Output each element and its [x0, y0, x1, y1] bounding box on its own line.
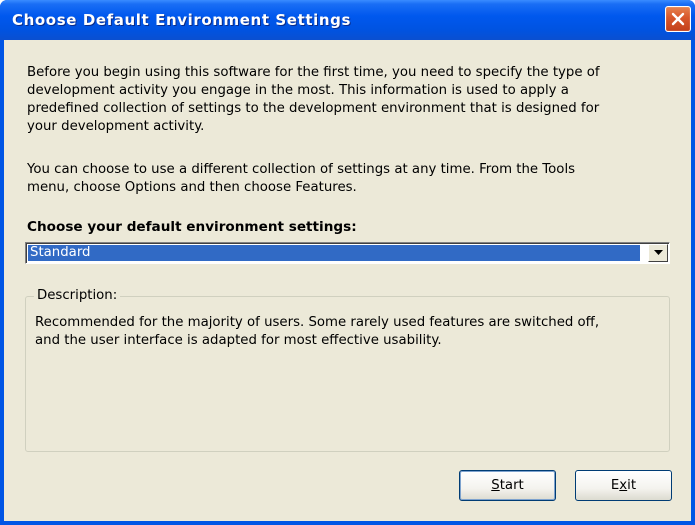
environment-settings-dropdown[interactable]: Standard	[25, 242, 670, 264]
intro-paragraph: Before you begin using this software for…	[27, 65, 600, 134]
title-bar[interactable]: Choose Default Environment Settings	[0, 0, 695, 40]
chevron-down-icon	[654, 250, 663, 255]
start-button[interactable]: Start	[459, 470, 556, 501]
close-button[interactable]	[665, 6, 691, 32]
dialog-content: Before you begin using this software for…	[4, 40, 691, 521]
window-title: Choose Default Environment Settings	[12, 11, 352, 29]
description-legend: Description:	[34, 288, 121, 304]
tools-hint-paragraph: You can choose to use a different collec…	[27, 162, 576, 195]
dropdown-button[interactable]	[648, 244, 668, 262]
description-text: Recommended for the majority of users. S…	[35, 315, 600, 348]
exit-button[interactable]: Exit	[575, 470, 672, 501]
start-mnemonic: S	[491, 478, 500, 493]
dialog-window: Choose Default Environment Settings Befo…	[0, 0, 695, 525]
description-group: Description: Recommended for the majorit…	[25, 288, 670, 452]
close-icon	[671, 12, 685, 26]
selected-setting[interactable]: Standard	[28, 245, 640, 261]
settings-label: Choose your default environment settings…	[27, 219, 357, 235]
exit-mnemonic: x	[619, 478, 628, 493]
